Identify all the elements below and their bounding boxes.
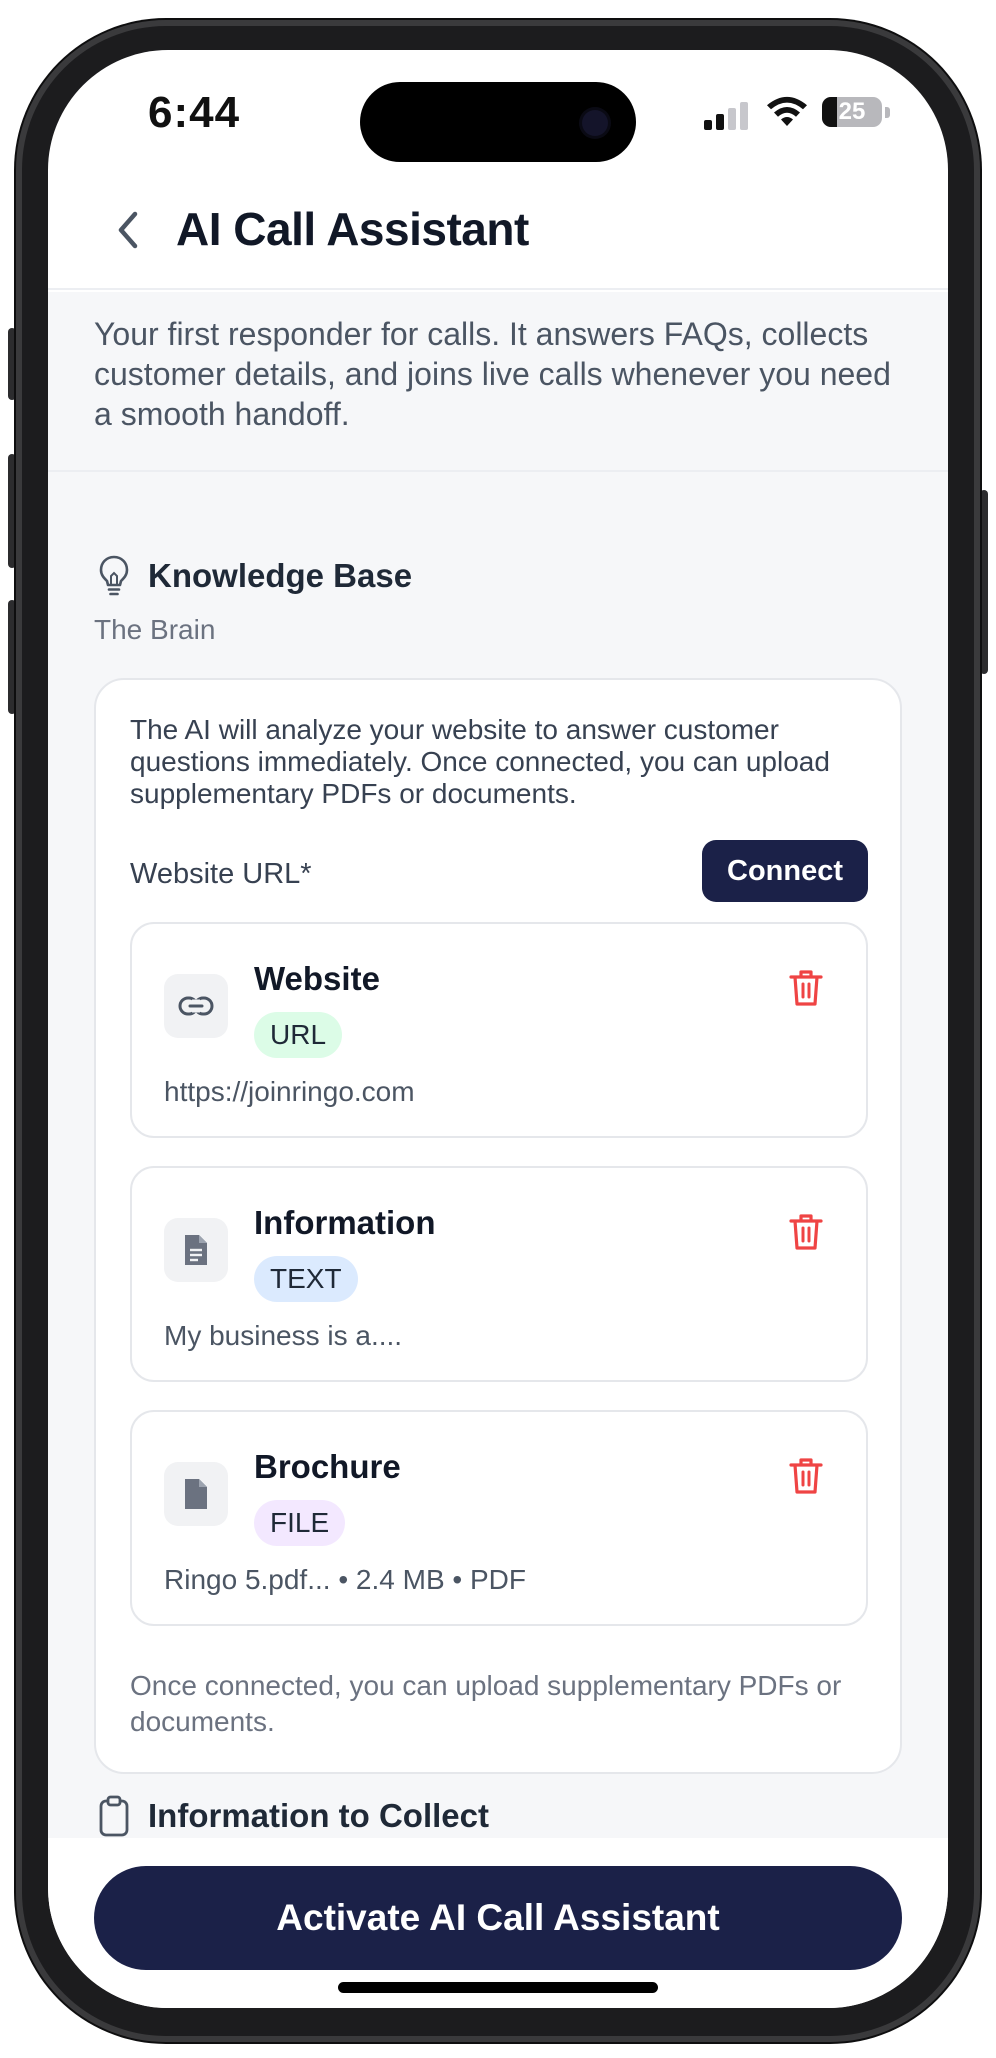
section-subtitle: The Brain: [94, 614, 216, 645]
intro-description: Your first responder for calls. It answe…: [94, 316, 891, 432]
phone-screen: 6:44 25 AI Call Assistant Your first res…: [48, 50, 948, 2008]
action-button: [8, 328, 16, 400]
divider: [48, 470, 948, 472]
source-name: Information: [254, 1204, 436, 1241]
trash-icon: [789, 970, 823, 1006]
source-detail: My business is a....: [164, 1320, 403, 1351]
chevron-left-icon: [118, 211, 138, 249]
device-canvas: 6:44 25 AI Call Assistant Your first res…: [0, 0, 996, 2058]
section-title: Information to Collect: [148, 1797, 489, 1834]
trash-icon: [789, 1214, 823, 1250]
link-icon: [164, 974, 228, 1038]
section-title: Knowledge Base: [148, 557, 413, 594]
battery-level: 25: [838, 98, 866, 125]
knowledge-base-footer-note: Once connected, you can upload supplemen…: [130, 1670, 842, 1737]
volume-down-button: [8, 600, 16, 714]
source-item-brochure[interactable]: Brochure FILE Ringo 5.pdf... • 2.4 MB • …: [130, 1410, 868, 1626]
status-bar: 6:44 25: [48, 50, 948, 170]
information-to-collect-heading[interactable]: Information to Collect: [94, 1794, 489, 1838]
signal-bar: [740, 102, 748, 130]
activate-button[interactable]: Activate AI Call Assistant: [94, 1866, 902, 1970]
source-item-information[interactable]: Information TEXT My business is a....: [130, 1166, 868, 1382]
delete-button[interactable]: [784, 1454, 828, 1498]
source-name: Website: [254, 960, 380, 997]
delete-button[interactable]: [784, 1210, 828, 1254]
clipboard-icon: [94, 1794, 134, 1838]
volume-up-button: [8, 454, 16, 568]
back-button[interactable]: [98, 200, 158, 260]
website-url-label: Website URL*: [130, 858, 312, 890]
status-time: 6:44: [148, 88, 241, 137]
scroll-content[interactable]: Your first responder for calls. It answe…: [48, 292, 948, 1838]
file-icon: [164, 1462, 228, 1526]
text-document-icon: [164, 1218, 228, 1282]
dynamic-island: [360, 82, 636, 162]
wifi-icon: [767, 96, 807, 126]
front-camera: [582, 110, 608, 136]
nav-header: AI Call Assistant: [48, 170, 948, 290]
knowledge-base-description: The AI will analyze your website to answ…: [130, 714, 830, 809]
type-badge: FILE: [254, 1500, 346, 1546]
type-badge: URL: [254, 1012, 343, 1058]
signal-bar: [716, 114, 724, 130]
page-title: AI Call Assistant: [176, 203, 529, 255]
knowledge-base-card: The AI will analyze your website to answ…: [94, 678, 902, 1774]
source-detail: Ringo 5.pdf... • 2.4 MB • PDF: [164, 1564, 526, 1595]
knowledge-base-heading: Knowledge Base: [94, 554, 412, 598]
cellular-signal-icon: [704, 100, 750, 130]
battery-icon: 25: [822, 97, 882, 127]
type-badge: TEXT: [254, 1256, 358, 1302]
source-item-website[interactable]: Website URL https://joinringo.com: [130, 922, 868, 1138]
home-indicator[interactable]: [338, 1982, 658, 1993]
signal-bar: [728, 108, 736, 130]
bottom-action-bar: Activate AI Call Assistant: [48, 1838, 948, 2008]
lightbulb-icon: [94, 554, 134, 598]
source-detail: https://joinringo.com: [164, 1076, 415, 1107]
source-name: Brochure: [254, 1448, 401, 1485]
power-button: [980, 490, 988, 674]
trash-icon: [789, 1458, 823, 1494]
connect-button[interactable]: Connect: [702, 840, 868, 902]
battery-tip: [885, 107, 890, 118]
delete-button[interactable]: [784, 966, 828, 1010]
signal-bar: [704, 120, 712, 130]
